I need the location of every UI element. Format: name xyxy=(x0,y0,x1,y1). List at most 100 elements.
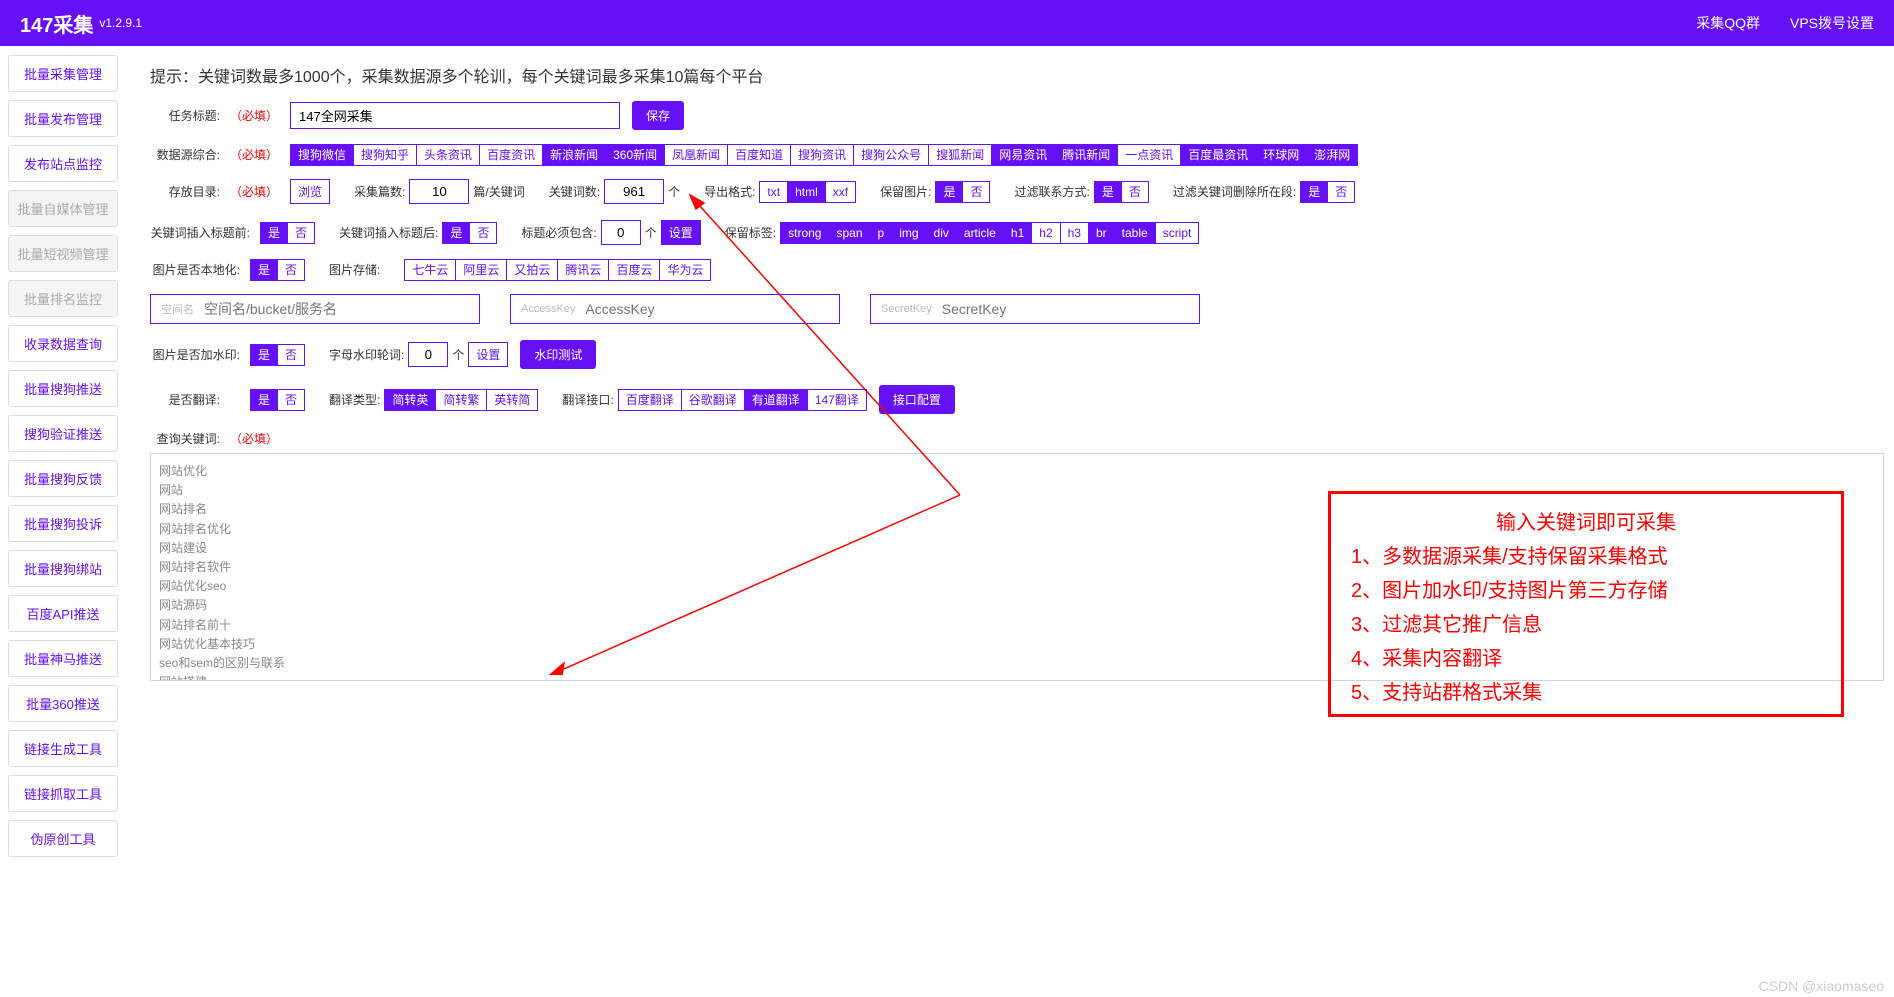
sidebar-item[interactable]: 收录数据查询 xyxy=(8,325,118,362)
transapi-option[interactable]: 有道翻译 xyxy=(745,389,808,411)
tag-option[interactable]: p xyxy=(871,222,893,244)
sidebar-item[interactable]: 批量搜狗投诉 xyxy=(8,505,118,542)
cloud-option[interactable]: 百度云 xyxy=(609,259,660,281)
translate-option[interactable]: 否 xyxy=(278,389,305,411)
sidebar-item[interactable]: 伪原创工具 xyxy=(8,820,118,857)
transapi-option[interactable]: 谷歌翻译 xyxy=(682,389,745,411)
secretkey-field[interactable]: SecretKey xyxy=(870,294,1200,324)
cloud-option[interactable]: 七牛云 xyxy=(404,259,456,281)
sidebar-item[interactable]: 批量360推送 xyxy=(8,685,118,722)
datasource-option[interactable]: 百度最资讯 xyxy=(1181,144,1256,166)
tag-option[interactable]: article xyxy=(957,222,1004,244)
sidebar-item[interactable]: 发布站点监控 xyxy=(8,145,118,182)
transapi-option[interactable]: 147翻译 xyxy=(808,389,867,411)
watermark-option[interactable]: 是 xyxy=(250,344,278,366)
keeptag-label: 保留标签: xyxy=(725,224,776,241)
transtype-option[interactable]: 简转繁 xyxy=(436,389,487,411)
sidebar-item[interactable]: 批量搜狗推送 xyxy=(8,370,118,407)
tag-option[interactable]: table xyxy=(1115,222,1156,244)
transapi-option[interactable]: 百度翻译 xyxy=(618,389,682,411)
bucket-field[interactable]: 空间名 xyxy=(150,294,480,324)
format-option[interactable]: html xyxy=(788,181,826,203)
datasource-option[interactable]: 360新闻 xyxy=(606,144,665,166)
keywords-textarea[interactable] xyxy=(150,453,1884,681)
vps-settings-link[interactable]: VPS拨号设置 xyxy=(1790,13,1874,33)
sidebar-item[interactable]: 百度API推送 xyxy=(8,595,118,632)
cloud-option[interactable]: 阿里云 xyxy=(456,259,507,281)
app-title: 147采集 xyxy=(20,9,93,38)
translate-option[interactable]: 是 xyxy=(250,389,278,411)
insertbefore-option[interactable]: 是 xyxy=(260,222,288,244)
accesskey-field[interactable]: AccessKey xyxy=(510,294,840,324)
keepimg-option[interactable]: 否 xyxy=(963,181,990,203)
datasource-option[interactable]: 百度知道 xyxy=(728,144,791,166)
alpharotate-set-button[interactable]: 设置 xyxy=(468,342,508,367)
imglocal-option[interactable]: 否 xyxy=(278,259,305,281)
keywordcount-label: 关键词数: xyxy=(549,183,600,200)
insertafter-option[interactable]: 是 xyxy=(442,222,470,244)
datasource-label: 数据源综合: xyxy=(150,146,220,163)
bucket-input[interactable] xyxy=(204,301,469,317)
format-option[interactable]: txt xyxy=(759,181,788,203)
datasource-option[interactable]: 一点资讯 xyxy=(1118,144,1181,166)
cloud-option[interactable]: 腾讯云 xyxy=(558,259,609,281)
sidebar-item[interactable]: 批量搜狗绑站 xyxy=(8,550,118,587)
tag-option[interactable]: strong xyxy=(780,222,829,244)
sidebar-item[interactable]: 批量采集管理 xyxy=(8,55,118,92)
datasource-option[interactable]: 环球网 xyxy=(1256,144,1307,166)
tag-option[interactable]: h3 xyxy=(1061,222,1089,244)
keepimg-option[interactable]: 是 xyxy=(935,181,963,203)
imglocal-option[interactable]: 是 xyxy=(250,259,278,281)
transtype-option[interactable]: 简转英 xyxy=(384,389,436,411)
alpharotate-input[interactable] xyxy=(408,342,448,367)
datasource-option[interactable]: 搜狗知乎 xyxy=(354,144,417,166)
format-option[interactable]: xxf xyxy=(826,181,856,203)
datasource-option[interactable]: 凤凰新闻 xyxy=(665,144,728,166)
tag-option[interactable]: h1 xyxy=(1004,222,1032,244)
mustcontain-input[interactable] xyxy=(601,220,641,245)
datasource-option[interactable]: 搜狗资讯 xyxy=(791,144,854,166)
filterkeyword-option[interactable]: 否 xyxy=(1328,181,1355,203)
keywordcount-input[interactable] xyxy=(604,179,664,204)
datasource-option[interactable]: 澎湃网 xyxy=(1307,144,1358,166)
transtype-option[interactable]: 英转简 xyxy=(487,389,538,411)
task-title-input[interactable] xyxy=(290,102,620,129)
sidebar-item[interactable]: 链接生成工具 xyxy=(8,730,118,767)
sidebar-item[interactable]: 链接抓取工具 xyxy=(8,775,118,812)
cloud-option[interactable]: 华为云 xyxy=(660,259,711,281)
sidebar-item[interactable]: 批量发布管理 xyxy=(8,100,118,137)
filtercontact-option[interactable]: 否 xyxy=(1122,181,1149,203)
tag-option[interactable]: br xyxy=(1089,222,1115,244)
tag-option[interactable]: img xyxy=(892,222,926,244)
filtercontact-option[interactable]: 是 xyxy=(1094,181,1122,203)
cloud-option[interactable]: 又拍云 xyxy=(507,259,558,281)
datasource-option[interactable]: 搜狗微信 xyxy=(290,144,354,166)
datasource-option[interactable]: 腾讯新闻 xyxy=(1055,144,1118,166)
watermark-test-button[interactable]: 水印测试 xyxy=(520,340,596,369)
filterkeyword-option[interactable]: 是 xyxy=(1300,181,1328,203)
secretkey-input[interactable] xyxy=(942,301,1189,317)
apiconfig-button[interactable]: 接口配置 xyxy=(879,385,955,414)
browse-button[interactable]: 浏览 xyxy=(290,179,330,204)
insertafter-option[interactable]: 否 xyxy=(470,222,497,244)
datasource-option[interactable]: 新浪新闻 xyxy=(543,144,606,166)
datasource-option[interactable]: 搜狐新闻 xyxy=(929,144,992,166)
insertbefore-option[interactable]: 否 xyxy=(288,222,315,244)
datasource-option[interactable]: 百度资讯 xyxy=(480,144,543,166)
datasource-option[interactable]: 搜狗公众号 xyxy=(854,144,929,166)
accesskey-input[interactable] xyxy=(585,301,829,317)
tag-option[interactable]: span xyxy=(829,222,870,244)
sidebar-item[interactable]: 搜狗验证推送 xyxy=(8,415,118,452)
sidebar-item[interactable]: 批量神马推送 xyxy=(8,640,118,677)
watermark-option[interactable]: 否 xyxy=(278,344,305,366)
qq-group-link[interactable]: 采集QQ群 xyxy=(1696,13,1760,33)
pagecount-input[interactable] xyxy=(409,179,469,204)
datasource-option[interactable]: 头条资讯 xyxy=(417,144,480,166)
save-button[interactable]: 保存 xyxy=(632,101,684,130)
sidebar-item[interactable]: 批量搜狗反馈 xyxy=(8,460,118,497)
datasource-option[interactable]: 网易资讯 xyxy=(992,144,1055,166)
tag-option[interactable]: script xyxy=(1156,222,1200,244)
mustcontain-set-button[interactable]: 设置 xyxy=(661,220,701,245)
tag-option[interactable]: h2 xyxy=(1032,222,1060,244)
tag-option[interactable]: div xyxy=(927,222,957,244)
